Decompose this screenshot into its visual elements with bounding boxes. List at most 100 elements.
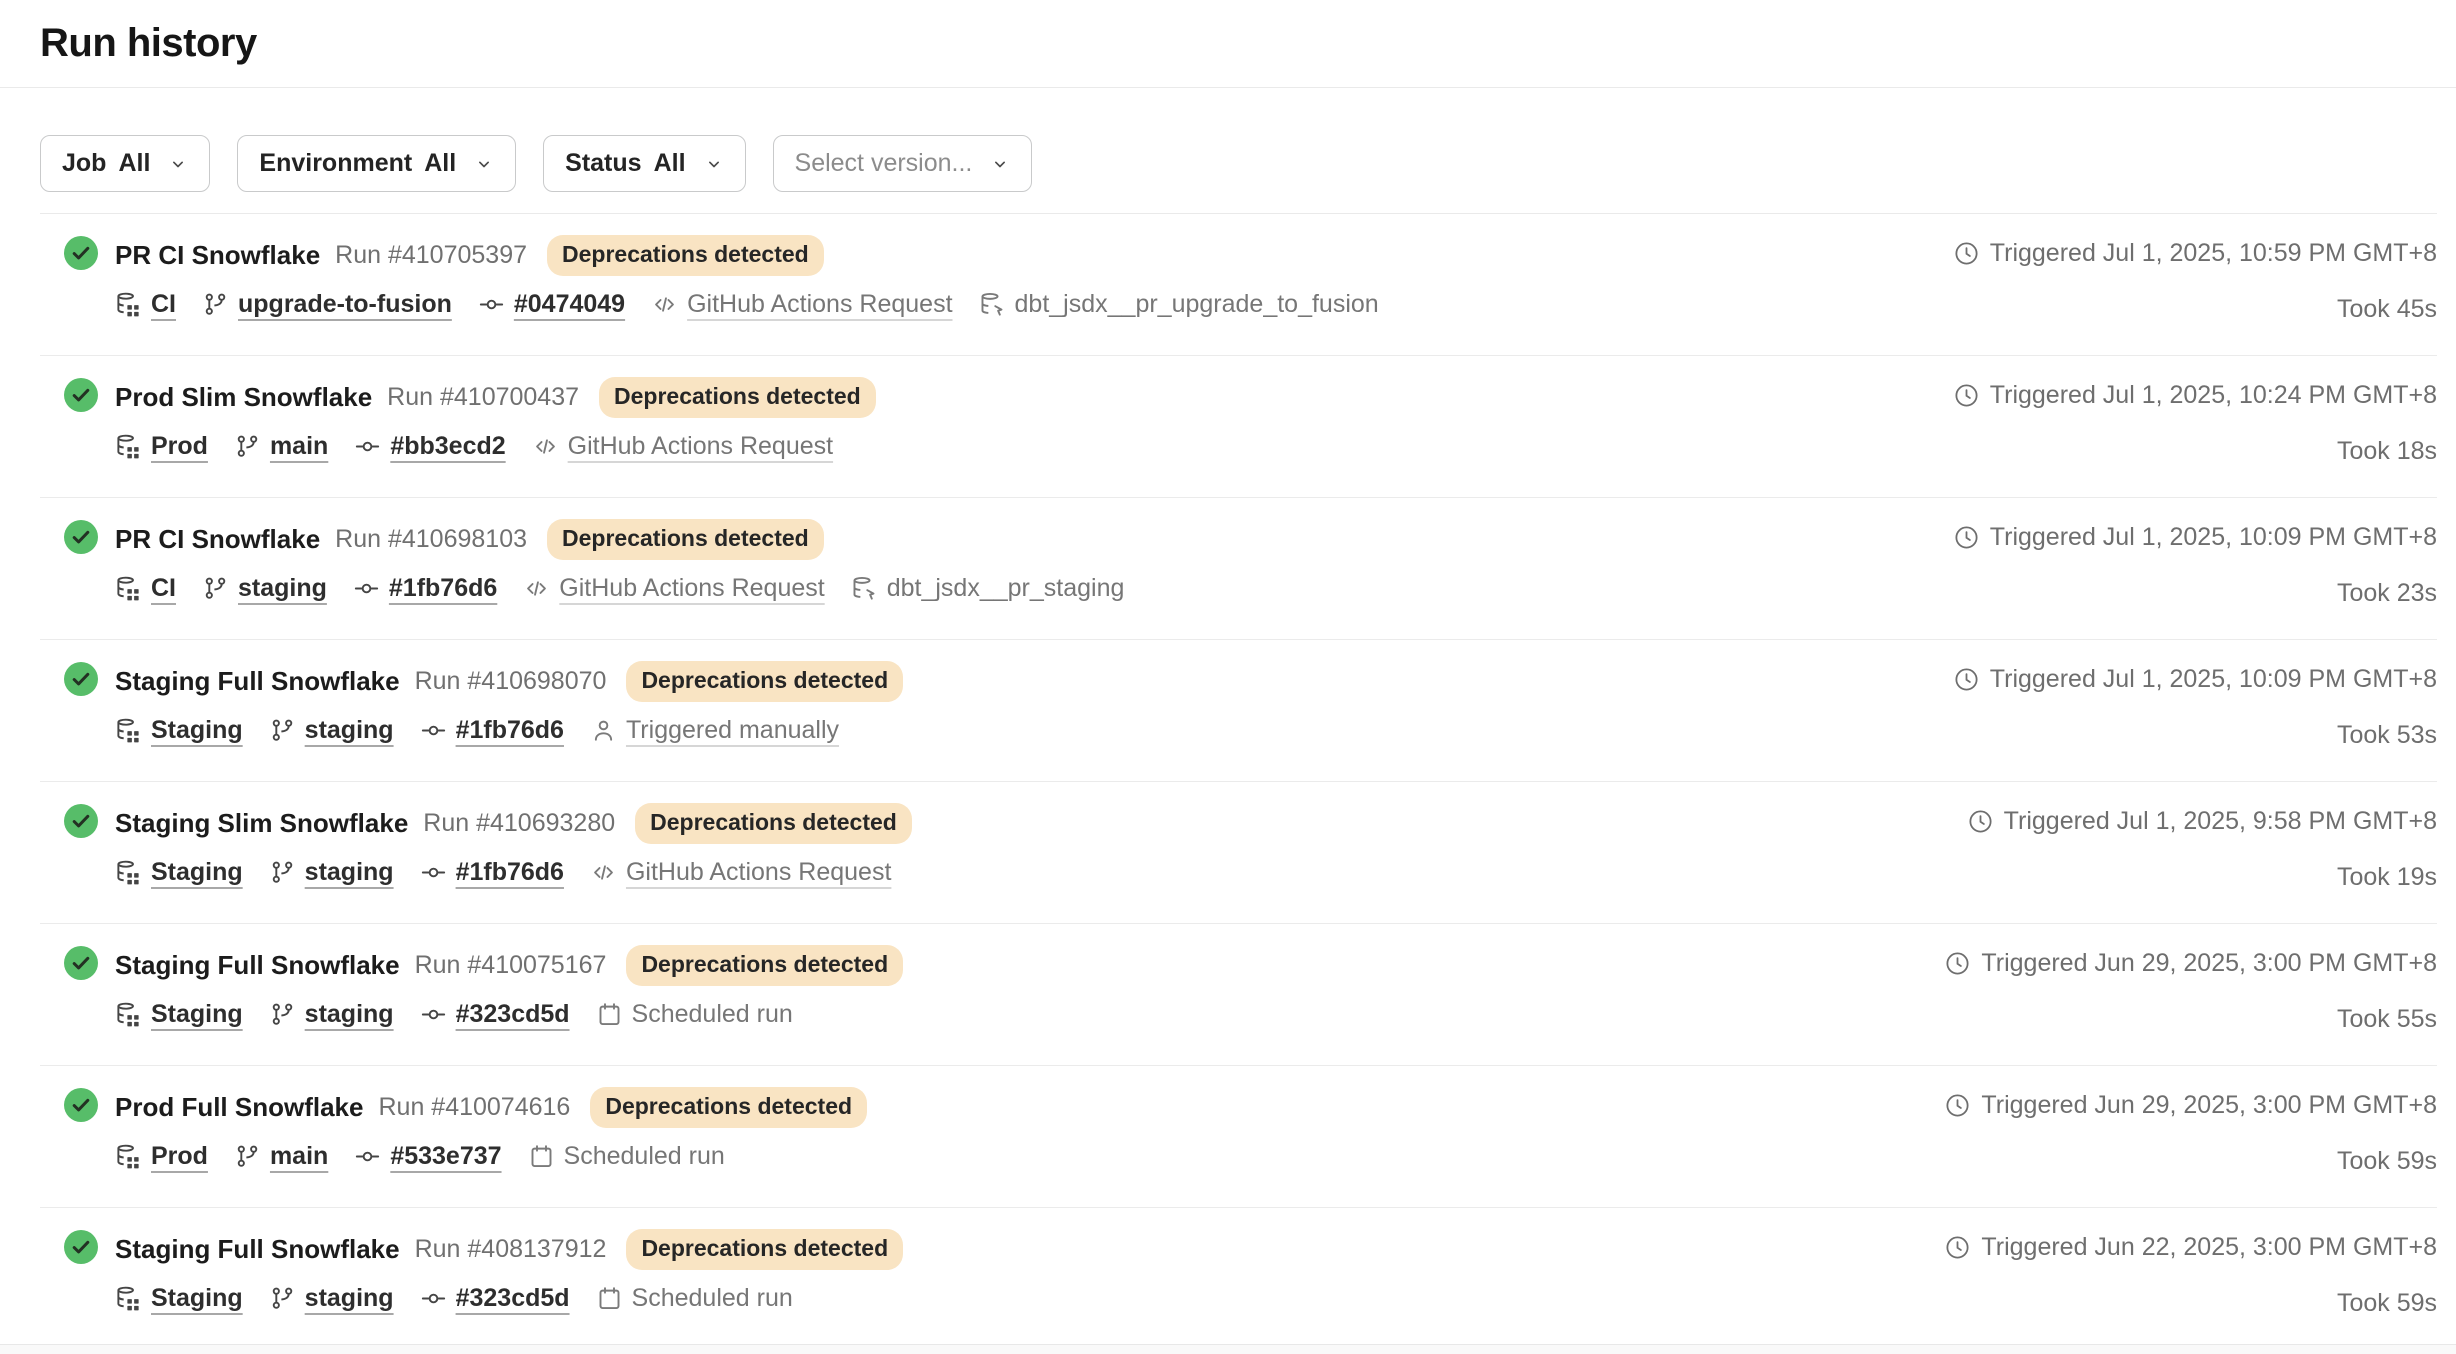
version-filter-placeholder: Select version... (795, 149, 973, 178)
run-number: Run #410700437 (387, 383, 579, 412)
commit-icon (354, 433, 381, 460)
environment-link[interactable]: Staging (115, 716, 243, 745)
commit-link[interactable]: #bb3ecd2 (354, 432, 505, 461)
deprecations-badge: Deprecations detected (626, 1229, 903, 1270)
run-name[interactable]: Staging Full Snowflake (115, 950, 400, 981)
commit-link[interactable]: #1fb76d6 (420, 716, 564, 745)
database-grid-icon (115, 575, 142, 602)
deprecations-badge: Deprecations detected (547, 235, 824, 276)
branch-link[interactable]: staging (269, 1000, 394, 1029)
git-branch-icon (202, 291, 229, 318)
branch-link[interactable]: staging (269, 858, 394, 887)
git-branch-icon (269, 1001, 296, 1028)
git-branch-icon (234, 1143, 261, 1170)
clock-icon (1953, 240, 1980, 267)
run-name[interactable]: PR CI Snowflake (115, 524, 320, 555)
run-name[interactable]: Prod Full Snowflake (115, 1092, 363, 1123)
environment-name: Staging (151, 1284, 243, 1313)
run-number: Run #408137912 (415, 1235, 607, 1264)
trigger-source[interactable]: Scheduled run (596, 1284, 793, 1313)
run-title-line: Staging Full Snowflake Run #410075167 De… (115, 945, 903, 986)
calendar-icon (528, 1143, 555, 1170)
run-row[interactable]: PR CI Snowflake Run #410698103 Deprecati… (40, 498, 2437, 640)
commit-hash: #0474049 (514, 290, 625, 319)
trigger-label: GitHub Actions Request (626, 858, 891, 887)
run-title-line: Prod Slim Snowflake Run #410700437 Depre… (115, 377, 876, 418)
trigger-label: Scheduled run (564, 1142, 725, 1171)
run-row[interactable]: Prod Slim Snowflake Run #410700437 Depre… (40, 356, 2437, 498)
run-title-line: Prod Full Snowflake Run #410074616 Depre… (115, 1087, 867, 1128)
run-row[interactable]: Staging Full Snowflake Run #410698070 De… (40, 640, 2437, 782)
trigger-source[interactable]: Scheduled run (596, 1000, 793, 1029)
database-grid-icon (115, 859, 142, 886)
environment-link[interactable]: CI (115, 574, 176, 603)
trigger-source[interactable]: GitHub Actions Request (532, 432, 833, 461)
run-row[interactable]: Prod Full Snowflake Run #410074616 Depre… (40, 1066, 2437, 1208)
job-filter[interactable]: Job All (40, 135, 210, 192)
run-name[interactable]: Staging Full Snowflake (115, 666, 400, 697)
triggered-at-text: Triggered Jun 29, 2025, 3:00 PM GMT+8 (1981, 1091, 2437, 1120)
commit-link[interactable]: #323cd5d (420, 1284, 570, 1313)
branch-link[interactable]: upgrade-to-fusion (202, 290, 452, 319)
commit-link[interactable]: #1fb76d6 (420, 858, 564, 887)
branch-link[interactable]: staging (269, 716, 394, 745)
code-icon (523, 575, 550, 602)
git-branch-icon (269, 1285, 296, 1312)
branch-link[interactable]: staging (202, 574, 327, 603)
clock-icon (1967, 808, 1994, 835)
environment-link[interactable]: Staging (115, 858, 243, 887)
trigger-source[interactable]: Triggered manually (590, 716, 839, 745)
git-branch-icon (234, 433, 261, 460)
run-summary: Staging Full Snowflake Run #410075167 De… (40, 945, 903, 1065)
run-row[interactable]: Staging Full Snowflake Run #410075167 De… (40, 924, 2437, 1066)
run-duration: Took 55s (2337, 1005, 2437, 1034)
run-meta-line: Prod main #bb3ecd2 (115, 432, 876, 461)
commit-link[interactable]: #0474049 (478, 290, 625, 319)
trigger-source[interactable]: GitHub Actions Request (651, 290, 952, 319)
run-row[interactable]: PR CI Snowflake Run #410705397 Deprecati… (40, 214, 2437, 356)
run-meta-line: Prod main #533e737 (115, 1142, 867, 1171)
run-timing: Triggered Jul 1, 2025, 10:59 PM GMT+8 To… (1953, 235, 2437, 355)
deprecations-badge: Deprecations detected (626, 661, 903, 702)
environment-filter[interactable]: Environment All (237, 135, 516, 192)
trigger-source[interactable]: GitHub Actions Request (590, 858, 891, 887)
environment-name: Staging (151, 1000, 243, 1029)
environment-link[interactable]: Staging (115, 1000, 243, 1029)
commit-hash: #323cd5d (456, 1284, 570, 1313)
commit-link[interactable]: #323cd5d (420, 1000, 570, 1029)
run-meta-line: CI staging #1fb76d6 (115, 574, 1124, 603)
run-name[interactable]: Staging Full Snowflake (115, 1234, 400, 1265)
commit-icon (353, 575, 380, 602)
trigger-source[interactable]: GitHub Actions Request (523, 574, 824, 603)
run-summary: PR CI Snowflake Run #410705397 Deprecati… (40, 235, 1379, 355)
run-text: Staging Slim Snowflake Run #410693280 De… (115, 803, 912, 887)
filter-bar: Job All Environment All Status All Selec… (40, 135, 2416, 192)
run-name[interactable]: Staging Slim Snowflake (115, 808, 408, 839)
commit-link[interactable]: #1fb76d6 (353, 574, 497, 603)
chevron-down-icon (474, 154, 494, 174)
run-row[interactable]: Staging Slim Snowflake Run #410693280 De… (40, 782, 2437, 924)
check-circle-icon (64, 1230, 98, 1269)
run-number: Run #410075167 (415, 951, 607, 980)
clock-icon (1953, 524, 1980, 551)
environment-link[interactable]: Prod (115, 1142, 208, 1171)
triggered-at: Triggered Jun 29, 2025, 3:00 PM GMT+8 (1944, 949, 2437, 978)
git-branch-icon (202, 575, 229, 602)
branch-link[interactable]: main (234, 1142, 328, 1171)
branch-link[interactable]: main (234, 432, 328, 461)
run-name[interactable]: PR CI Snowflake (115, 240, 320, 271)
run-summary: PR CI Snowflake Run #410698103 Deprecati… (40, 519, 1124, 639)
run-row[interactable]: Staging Full Snowflake Run #408137912 De… (40, 1208, 2437, 1350)
environment-link[interactable]: Prod (115, 432, 208, 461)
environment-link[interactable]: Staging (115, 1284, 243, 1313)
run-name[interactable]: Prod Slim Snowflake (115, 382, 372, 413)
status-filter[interactable]: Status All (543, 135, 745, 192)
environment-filter-label: Environment (259, 149, 412, 178)
commit-link[interactable]: #533e737 (354, 1142, 501, 1171)
clock-icon (1944, 950, 1971, 977)
branch-link[interactable]: staging (269, 1284, 394, 1313)
trigger-source[interactable]: Scheduled run (528, 1142, 725, 1171)
database-grid-icon (115, 291, 142, 318)
environment-link[interactable]: CI (115, 290, 176, 319)
version-filter[interactable]: Select version... (773, 135, 1033, 192)
